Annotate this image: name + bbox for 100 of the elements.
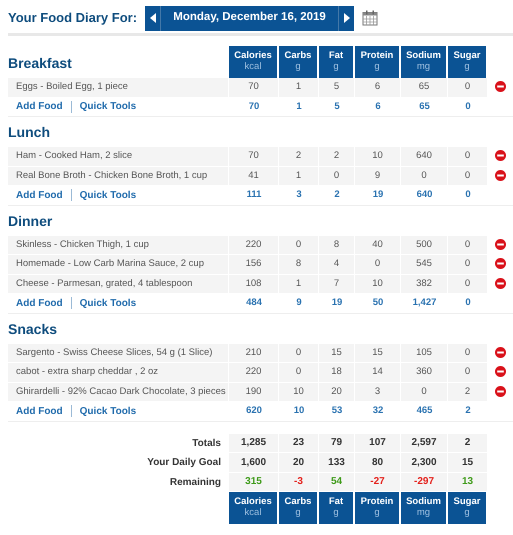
- table-cell: 0: [279, 236, 319, 255]
- table-cell: 210: [229, 344, 279, 363]
- summary-value: -297: [401, 472, 448, 492]
- table-cell: 2: [448, 382, 488, 402]
- table-cell: 0: [355, 255, 401, 274]
- table-cell: 0: [319, 166, 355, 186]
- table-cell: 7: [319, 274, 355, 294]
- table-cell: 15: [319, 344, 355, 363]
- summary-value: 23: [279, 434, 319, 453]
- previous-day-button[interactable]: [145, 6, 162, 30]
- meal-total: 32: [355, 402, 401, 422]
- summary-value: 79: [319, 434, 355, 453]
- table-cell: 156: [229, 255, 279, 274]
- table-cell: 0: [448, 255, 488, 274]
- summary-value: 2: [448, 434, 488, 453]
- delete-icon[interactable]: [495, 170, 506, 181]
- table-cell: 2: [279, 147, 319, 166]
- table-cell: 4: [319, 255, 355, 274]
- table-cell: 3: [355, 382, 401, 402]
- meal-total: 19: [355, 186, 401, 206]
- column-header: Sodium mg: [401, 46, 448, 78]
- column-header: Calories kcal: [229, 46, 279, 78]
- delete-icon[interactable]: [495, 346, 506, 358]
- summary-value: 2,300: [401, 453, 448, 472]
- summary-value: 1,285: [229, 434, 279, 453]
- column-header: Sugar g: [448, 46, 488, 78]
- summary-value: 2,597: [401, 434, 448, 453]
- meal-total: 9: [279, 294, 319, 314]
- table-cell: 1: [279, 166, 319, 186]
- caret-right-icon: [344, 13, 350, 23]
- next-day-button[interactable]: [338, 6, 354, 30]
- delete-icon[interactable]: [495, 366, 506, 378]
- quick-tools-link[interactable]: Quick Tools: [80, 406, 136, 417]
- meal-total: 65: [401, 98, 448, 117]
- food-name: Ghirardelli - 92% Cacao Dark Chocolate, 3 pieces: [8, 382, 229, 402]
- table-cell: 0: [448, 78, 488, 98]
- meal-total: 620: [229, 402, 279, 422]
- table-cell: 1: [279, 274, 319, 294]
- table-cell: 190: [229, 382, 279, 402]
- table-cell: 2: [319, 147, 355, 166]
- summary-value: 54: [319, 472, 355, 492]
- column-header: Carbs g: [279, 46, 319, 78]
- summary-value: 315: [229, 472, 279, 492]
- caret-left-icon: [150, 13, 156, 23]
- delete-icon[interactable]: [495, 81, 506, 92]
- meal-total: 2: [319, 186, 355, 206]
- add-food-link[interactable]: Add Food: [16, 298, 63, 309]
- table-cell: 105: [401, 344, 448, 363]
- calendar-icon[interactable]: [362, 10, 378, 26]
- quick-tools-link[interactable]: Quick Tools: [80, 190, 136, 201]
- meal-total: 50: [355, 294, 401, 314]
- food-name: Cheese - Parmesan, grated, 4 tablespoon: [8, 274, 229, 294]
- column-header: Fat g: [319, 46, 355, 78]
- delete-icon[interactable]: [495, 278, 506, 289]
- delete-icon[interactable]: [495, 150, 506, 162]
- table-cell: 0: [401, 382, 448, 402]
- table-cell: 5: [319, 78, 355, 98]
- summary-value: 80: [355, 453, 401, 472]
- diary-label: Your Food Diary For:: [8, 9, 138, 28]
- meal-total: 465: [401, 402, 448, 422]
- summary-value: 133: [319, 453, 355, 472]
- meal-total: 0: [448, 98, 488, 117]
- table-cell: 18: [319, 363, 355, 382]
- add-food-link[interactable]: Add Food: [16, 406, 63, 417]
- summary-label: Remaining: [170, 476, 221, 488]
- table-cell: 20: [319, 382, 355, 402]
- meal-total: 640: [401, 186, 448, 206]
- column-header: Protein g: [355, 46, 401, 78]
- add-food-link[interactable]: Add Food: [16, 101, 63, 112]
- summary-value: 13: [448, 472, 488, 492]
- add-food-link[interactable]: Add Food: [16, 190, 63, 201]
- delete-icon[interactable]: [495, 258, 506, 270]
- delete-icon[interactable]: [495, 238, 506, 250]
- meal-total: 10: [279, 402, 319, 422]
- summary-value: -27: [355, 472, 401, 492]
- table-cell: 0: [401, 166, 448, 186]
- meal-total: 111: [229, 186, 279, 206]
- table-cell: 40: [355, 236, 401, 255]
- table-cell: 1: [279, 78, 319, 98]
- summary-value: -3: [279, 472, 319, 492]
- meal-total: 1: [279, 98, 319, 117]
- table-cell: 6: [355, 78, 401, 98]
- quick-tools-link[interactable]: Quick Tools: [80, 101, 136, 112]
- delete-icon[interactable]: [495, 386, 506, 397]
- summary-value: 107: [355, 434, 401, 453]
- meal-total: 6: [355, 98, 401, 117]
- table-cell: 0: [448, 274, 488, 294]
- food-name: Eggs - Boiled Egg, 1 piece: [8, 78, 229, 98]
- meal-total: 5: [319, 98, 355, 117]
- quick-tools-link[interactable]: Quick Tools: [80, 298, 136, 309]
- table-cell: 10: [279, 382, 319, 402]
- table-cell: 0: [279, 344, 319, 363]
- table-cell: 500: [401, 236, 448, 255]
- table-cell: 8: [319, 236, 355, 255]
- table-cell: 382: [401, 274, 448, 294]
- meal-total: 3: [279, 186, 319, 206]
- table-cell: 108: [229, 274, 279, 294]
- meal-total: 1,427: [401, 294, 448, 314]
- footer-column-header: Calories kcal: [229, 492, 279, 524]
- food-name: Skinless - Chicken Thigh, 1 cup: [8, 236, 229, 255]
